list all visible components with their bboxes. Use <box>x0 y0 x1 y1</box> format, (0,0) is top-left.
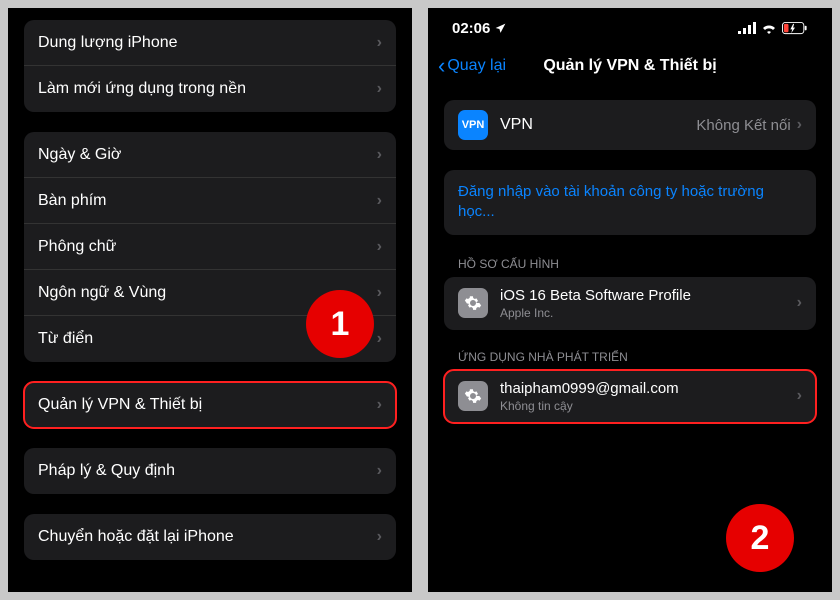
section-header-profile: HỒ SƠ CẤU HÌNH <box>444 257 816 277</box>
chevron-right-icon: › <box>377 192 382 210</box>
chevron-right-icon: › <box>797 387 802 405</box>
profile-title: iOS 16 Beta Software Profile <box>500 287 797 304</box>
row-label: Ngày & Giờ <box>38 146 377 164</box>
chevron-right-icon: › <box>377 34 382 52</box>
row-vpn-device-management[interactable]: Quản lý VPN & Thiết bị › <box>24 382 396 428</box>
row-legal[interactable]: Pháp lý & Quy định › <box>24 448 396 494</box>
row-value: Không Kết nối <box>696 117 790 134</box>
phone-right-vpn-device: 02:06 ‹ Quay lại Quản lý VPN & Thiết bị <box>428 8 832 592</box>
row-label: Dung lượng iPhone <box>38 34 377 52</box>
developer-subtitle: Không tin cậy <box>500 399 797 413</box>
developer-title: thaipham0999@gmail.com <box>500 380 797 397</box>
phone-left-settings-general: Dung lượng iPhone › Làm mới ứng dụng tro… <box>8 8 412 592</box>
row-config-profile[interactable]: iOS 16 Beta Software Profile Apple Inc. … <box>444 277 816 330</box>
back-label: Quay lại <box>447 57 506 75</box>
battery-icon <box>782 22 808 35</box>
profile-group: iOS 16 Beta Software Profile Apple Inc. … <box>444 277 816 330</box>
settings-group-storage: Dung lượng iPhone › Làm mới ứng dụng tro… <box>24 20 396 112</box>
row-vpn[interactable]: VPN VPN Không Kết nối › <box>444 100 816 150</box>
row-background-refresh[interactable]: Làm mới ứng dụng trong nền › <box>24 66 396 112</box>
gear-icon <box>458 381 488 411</box>
row-label: Bàn phím <box>38 192 377 210</box>
status-bar: 02:06 <box>430 10 830 46</box>
settings-group-legal: Pháp lý & Quy định › <box>24 448 396 494</box>
settings-group-reset: Chuyển hoặc đặt lại iPhone › <box>24 514 396 560</box>
cellular-signal-icon <box>738 22 756 34</box>
section-header-developer: ỨNG DỤNG NHÀ PHÁT TRIỂN <box>444 350 816 370</box>
gear-icon <box>458 288 488 318</box>
row-label: Quản lý VPN & Thiết bị <box>38 396 377 414</box>
chevron-right-icon: › <box>797 116 802 134</box>
settings-group-vpn-device: Quản lý VPN & Thiết bị › <box>24 382 396 428</box>
row-date-time[interactable]: Ngày & Giờ › <box>24 132 396 178</box>
row-label: Phông chữ <box>38 238 377 256</box>
row-label: Pháp lý & Quy định <box>38 462 377 480</box>
status-time: 02:06 <box>452 20 490 37</box>
row-label: VPN <box>500 116 696 134</box>
back-button[interactable]: ‹ Quay lại <box>438 53 506 79</box>
chevron-right-icon: › <box>377 80 382 98</box>
chevron-right-icon: › <box>797 294 802 312</box>
developer-app-group: thaipham0999@gmail.com Không tin cậy › <box>444 370 816 423</box>
row-fonts[interactable]: Phông chữ › <box>24 224 396 270</box>
step-badge-1: 1 <box>306 290 374 358</box>
row-label: Chuyển hoặc đặt lại iPhone <box>38 528 377 546</box>
chevron-right-icon: › <box>377 462 382 480</box>
chevron-right-icon: › <box>377 284 382 302</box>
row-transfer-reset[interactable]: Chuyển hoặc đặt lại iPhone › <box>24 514 396 560</box>
step-badge-2: 2 <box>726 504 794 572</box>
vpn-icon: VPN <box>458 110 488 140</box>
nav-title: Quản lý VPN & Thiết bị <box>543 57 716 75</box>
vpn-group: VPN VPN Không Kết nối › <box>444 100 816 150</box>
row-iphone-storage[interactable]: Dung lượng iPhone › <box>24 20 396 66</box>
sign-in-label: Đăng nhập vào tài khoản công ty hoặc trư… <box>458 183 764 220</box>
chevron-right-icon: › <box>377 146 382 164</box>
chevron-right-icon: › <box>377 396 382 414</box>
chevron-right-icon: › <box>377 330 382 348</box>
profile-subtitle: Apple Inc. <box>500 306 797 320</box>
nav-bar: ‹ Quay lại Quản lý VPN & Thiết bị <box>430 46 830 86</box>
chevron-right-icon: › <box>377 238 382 256</box>
location-icon <box>494 22 507 35</box>
row-keyboard[interactable]: Bàn phím › <box>24 178 396 224</box>
sign-in-work-school[interactable]: Đăng nhập vào tài khoản công ty hoặc trư… <box>444 170 816 235</box>
row-developer-app[interactable]: thaipham0999@gmail.com Không tin cậy › <box>444 370 816 423</box>
row-label: Làm mới ứng dụng trong nền <box>38 80 377 98</box>
chevron-right-icon: › <box>377 528 382 546</box>
wifi-icon <box>761 22 777 34</box>
chevron-left-icon: ‹ <box>438 53 445 79</box>
